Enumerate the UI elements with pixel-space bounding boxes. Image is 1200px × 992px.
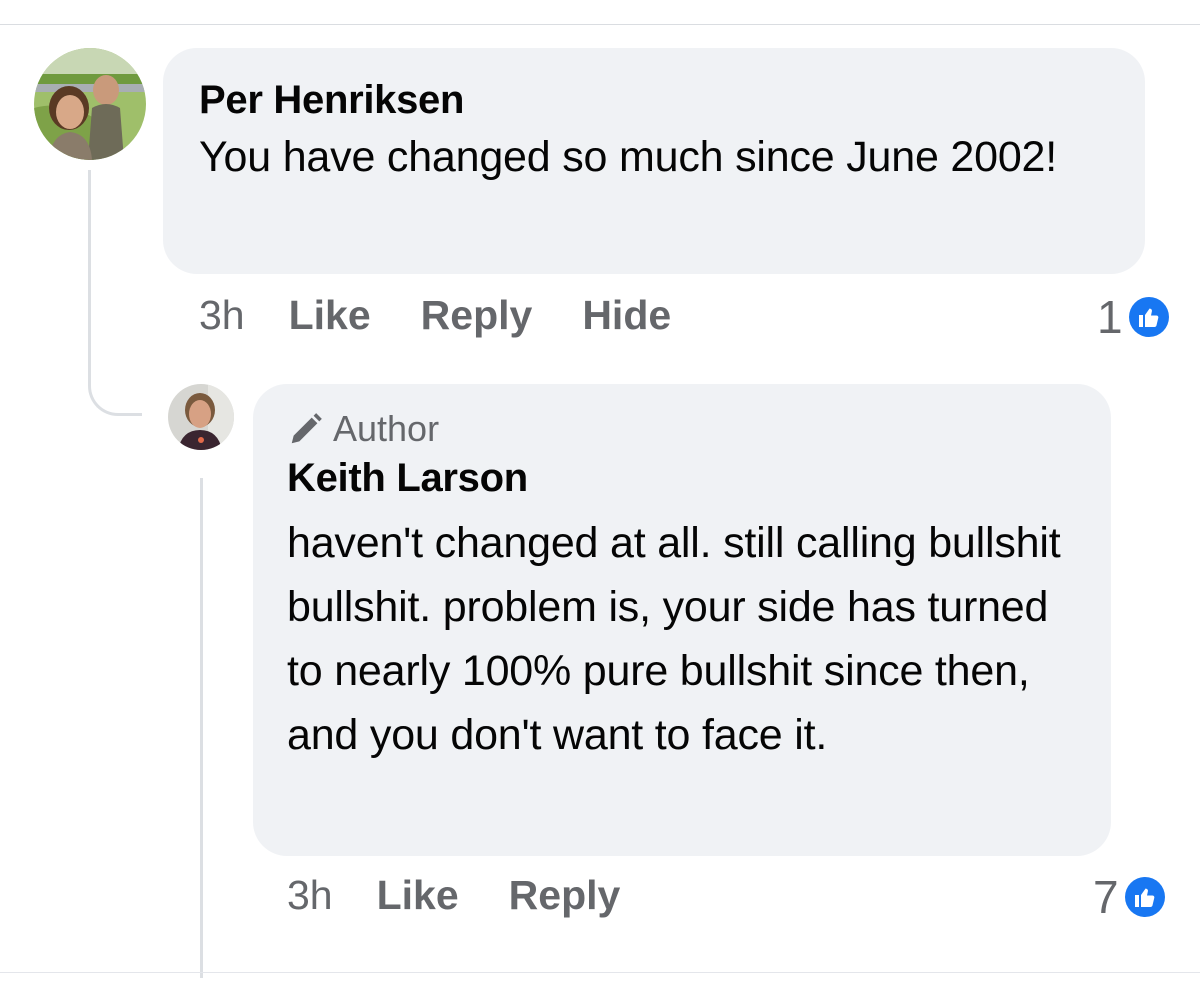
- reply-button[interactable]: Reply: [421, 292, 533, 339]
- like-button[interactable]: Like: [377, 872, 459, 919]
- reaction-count: 1: [1097, 291, 1123, 343]
- author-badge-label: Author: [333, 408, 440, 449]
- hide-button[interactable]: Hide: [582, 292, 671, 339]
- comment-reactions[interactable]: 1: [1097, 290, 1169, 344]
- comment-author-name[interactable]: Per Henriksen: [199, 78, 1109, 123]
- comment-text: You have changed so much since June 2002…: [199, 133, 1058, 181]
- reply-button[interactable]: Reply: [509, 872, 621, 919]
- reaction-count: 7: [1093, 871, 1119, 923]
- avatar[interactable]: [168, 384, 234, 450]
- thread-connector: [200, 478, 203, 978]
- like-button[interactable]: Like: [289, 292, 371, 339]
- comment-actions: 3h Like Reply Hide: [199, 292, 721, 339]
- author-badge: Author: [287, 408, 1077, 450]
- reply-actions: 3h Like Reply: [287, 872, 670, 919]
- comment-timestamp[interactable]: 3h: [199, 292, 245, 339]
- thumbs-up-icon: [1128, 297, 1169, 337]
- reply-text: haven't changed at all. still calling bu…: [287, 519, 1061, 759]
- thumbs-up-icon: [1124, 877, 1165, 917]
- pencil-icon: [291, 413, 322, 444]
- top-divider: [0, 24, 1200, 25]
- bottom-divider: [0, 972, 1200, 973]
- reply-timestamp[interactable]: 3h: [287, 872, 333, 919]
- reply-author-name[interactable]: Keith Larson: [287, 456, 1077, 501]
- thread-connector: [88, 170, 142, 416]
- comment-bubble[interactable]: Per Henriksen You have changed so much s…: [163, 48, 1145, 274]
- reply-reactions[interactable]: 7: [1093, 870, 1165, 924]
- reply-bubble[interactable]: Author Keith Larson haven't changed at a…: [253, 384, 1111, 856]
- avatar[interactable]: [34, 48, 146, 160]
